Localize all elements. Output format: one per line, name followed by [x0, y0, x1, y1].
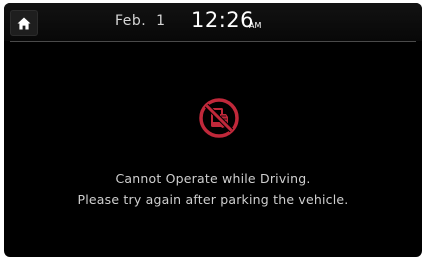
- alert-message-line1: Cannot Operate while Driving.: [115, 171, 311, 186]
- home-button[interactable]: [10, 10, 38, 36]
- home-icon: [17, 17, 31, 29]
- alert-message-line2: Please try again after parking the vehic…: [77, 192, 349, 207]
- no-phone-while-driving-icon: [199, 98, 239, 138]
- alert-panel: Cannot Operate while Driving. Please try…: [4, 43, 422, 257]
- clock-ampm: AM: [249, 21, 262, 30]
- clock-time: 12:26: [191, 8, 255, 32]
- status-bar: Feb. 1 12:26 AM: [4, 3, 422, 41]
- status-bar-divider: [10, 41, 416, 42]
- date-display: Feb. 1: [115, 13, 166, 29]
- infotainment-screen: Feb. 1 12:26 AM Cannot Operate while Dri…: [4, 3, 422, 257]
